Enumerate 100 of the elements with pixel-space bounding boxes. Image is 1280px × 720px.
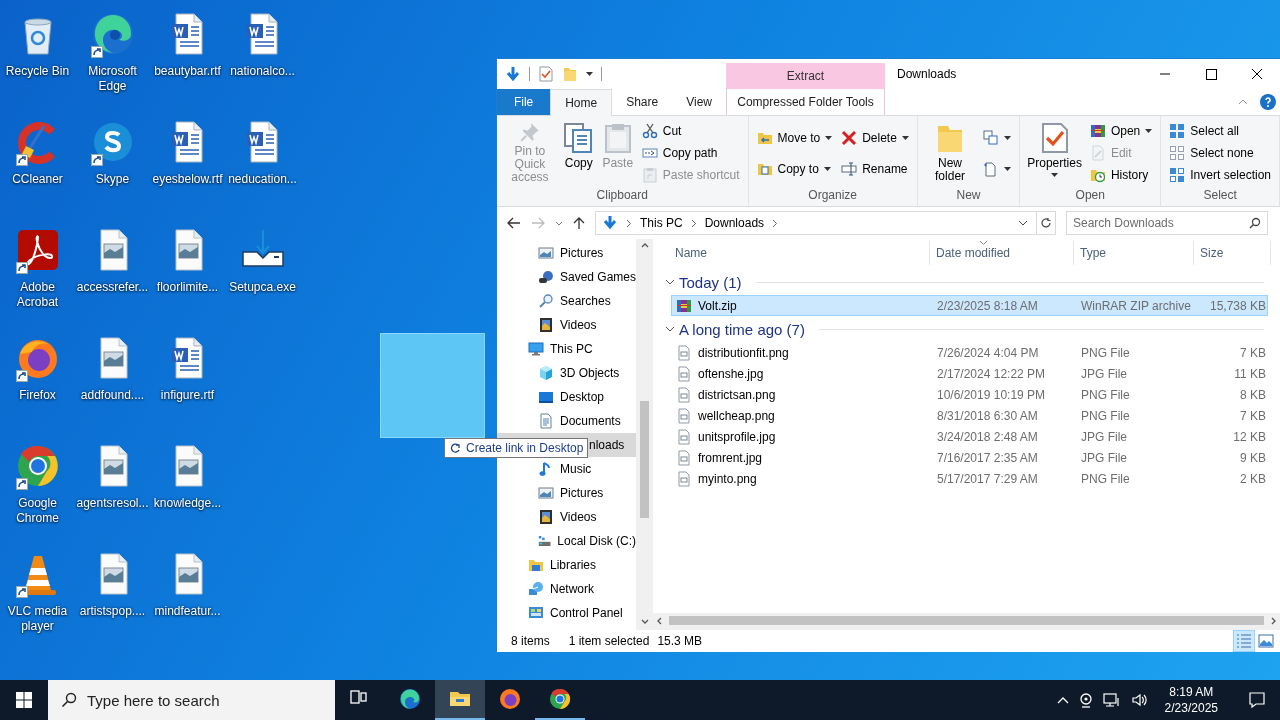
desktop-icon-label[interactable]: nationalco... [225,64,300,79]
refresh-icon[interactable] [1040,217,1052,229]
file-row[interactable]: fromrent.jpg 7/16/2017 2:35 AM JPG File 9 KB [671,447,1268,468]
group-header[interactable]: A long time ago (7) [679,320,805,338]
nav-item[interactable]: Desktop [497,385,636,409]
nav-item[interactable]: Videos [497,313,636,337]
desktop-icon-label[interactable]: Skype [75,172,150,187]
nav-item[interactable]: Searches [497,289,636,313]
desktop-icon-label[interactable]: eyesbelow.rtf [150,172,225,187]
nav-item[interactable]: Videos [497,505,636,529]
file-row[interactable]: Volt.zip 2/23/2025 8:18 AM WinRAR ZIP archive 15,738 KB [671,295,1268,316]
desktop-icon-label[interactable]: infigure.rtf [150,388,225,403]
desktop-icon-label[interactable]: Adobe Acrobat [0,280,75,310]
ribbon-button[interactable]: Copy path [637,142,744,164]
ribbon-button[interactable]: Open [1085,120,1157,142]
desktop-icon-label[interactable]: VLC media player [0,604,75,634]
desktop-icon-label[interactable]: neducation... [225,172,300,187]
taskbar-search-field[interactable]: Type here to search [48,680,335,720]
nav-item[interactable]: Saved Games [497,265,636,289]
search-field[interactable]: Search Downloads [1066,211,1268,235]
scrollbar-thumb[interactable] [669,616,1264,625]
network-icon[interactable] [1102,692,1121,708]
ribbon-button[interactable]: Delete [837,126,913,149]
ribbon-tab[interactable]: View [672,89,726,115]
file-menu-tab[interactable]: File [497,89,551,115]
back-icon[interactable] [507,217,521,229]
desktop-icon-label[interactable]: knowledge... [150,496,225,511]
ribbon-button[interactable]: Properties [1024,120,1085,186]
down-arrow-icon[interactable] [505,66,521,82]
file-row[interactable]: distributionfit.png 7/26/2024 4:04 PM PNG File 7 KB [671,342,1268,363]
recent-locations-icon[interactable] [555,220,563,226]
ribbon-tab[interactable]: Home [550,89,613,116]
breadcrumb-item[interactable]: Downloads [704,216,765,230]
file-name: oftenshe.jpg [698,366,764,381]
nav-item[interactable]: Documents [497,409,636,433]
ribbon-button[interactable]: Select all [1165,120,1275,142]
ribbon-button[interactable]: Cut [637,120,744,142]
date-cell-text: 8/31/2018 6:30 AM [936,408,1039,423]
column-header[interactable]: Size [1194,241,1271,265]
desktop-icon-label[interactable]: Google Chrome [0,496,75,526]
taskbar-app[interactable] [435,680,485,720]
ribbon-tab[interactable]: Share [612,89,673,115]
size-cell-text: 7 KB [1239,408,1266,423]
nav-item[interactable]: 3D Objects [497,361,636,385]
ribbon-button[interactable]: History [1085,164,1157,186]
ribbon-button[interactable]: Copy to [752,157,837,180]
help-icon[interactable] [1260,94,1276,110]
desktop-icon-label[interactable]: addfound.... [75,388,150,403]
ribbon-button[interactable]: Rename [837,157,913,180]
nav-item[interactable]: This PC [497,337,636,361]
ribbon-button[interactable]: Copy [559,120,598,186]
desktop-icon-label[interactable]: beautybar.rtf [150,64,225,79]
desktop-icon-label[interactable]: agentsresol... [75,496,150,511]
group-header[interactable]: Today (1) [679,273,742,291]
column-header[interactable]: Type [1074,241,1194,265]
file-row[interactable]: wellcheap.png 8/31/2018 6:30 AM PNG File 7 KB [671,405,1268,426]
nav-item[interactable]: Pictures [497,481,636,505]
date-cell-text: 3/24/2018 2:48 AM [936,429,1039,444]
desktop-icon-label[interactable]: Recycle Bin [0,64,75,79]
monitor-icon [528,341,544,357]
dropdown-icon[interactable] [1018,220,1028,226]
nav-item[interactable]: Music [497,457,636,481]
nav-item[interactable]: Control Panel [497,601,636,625]
ribbon-button[interactable]: New folder [921,120,979,186]
file-row[interactable]: unitsprofile.jpg 3/24/2018 2:48 AM JPG File 12 KB [671,426,1268,447]
desktop-icon-label[interactable]: Firefox [0,388,75,403]
desktop-icon-label[interactable]: floorlimite... [150,280,225,295]
notification-icon[interactable] [1248,691,1266,709]
file-row[interactable]: districtsan.png 10/6/2019 10:19 PM PNG File 8 KB [671,384,1268,405]
ribbon-button[interactable]: Move to [752,126,837,149]
file-row[interactable]: myinto.png 5/17/2017 7:29 AM PNG File 2 KB [671,468,1268,489]
checklist-icon [538,66,554,82]
caret-icon [823,166,831,171]
desktop-icon-label[interactable]: Setupca.exe [225,280,300,295]
desktop-icon-label[interactable]: mindfeatur... [150,604,225,619]
large-icons-view-icon[interactable] [1256,631,1276,651]
desktop-icon-label[interactable]: Microsoft Edge [75,64,150,94]
scroll-up-icon[interactable] [640,243,649,248]
clock[interactable]: 8:19 AM 2/23/2025 [1158,684,1224,716]
webcam-icon[interactable] [1078,692,1093,708]
column-header[interactable]: Date modified [930,241,1074,265]
up-icon[interactable] [573,216,585,230]
grid-logo-icon[interactable] [16,692,32,708]
speaker-icon[interactable] [1130,692,1149,708]
ribbon-button[interactable]: Invert selection [1165,164,1275,186]
nav-item[interactable]: Network [497,577,636,601]
nav-item[interactable]: Libraries [497,553,636,577]
file-row[interactable]: oftenshe.jpg 2/17/2024 12:22 PM JPG File 11 KB [671,363,1268,384]
desktop-icon-label[interactable]: artistspop.... [75,604,150,619]
scrollbar-thumb[interactable] [640,401,649,518]
scroll-down-icon[interactable] [640,619,649,624]
ribbon-button[interactable]: Select none [1165,142,1275,164]
nav-item[interactable]: Pictures [497,241,636,265]
desktop-icon-label[interactable]: CCleaner [0,172,75,187]
nav-item[interactable]: Local Disk (C:) [497,529,636,553]
desktop-icon-label[interactable]: accessrefer... [75,280,150,295]
chevron-down-icon[interactable] [665,324,675,334]
chevron-down-icon[interactable] [665,277,675,287]
column-header[interactable]: Name [653,241,930,265]
breadcrumb-item[interactable]: This PC [640,216,683,230]
